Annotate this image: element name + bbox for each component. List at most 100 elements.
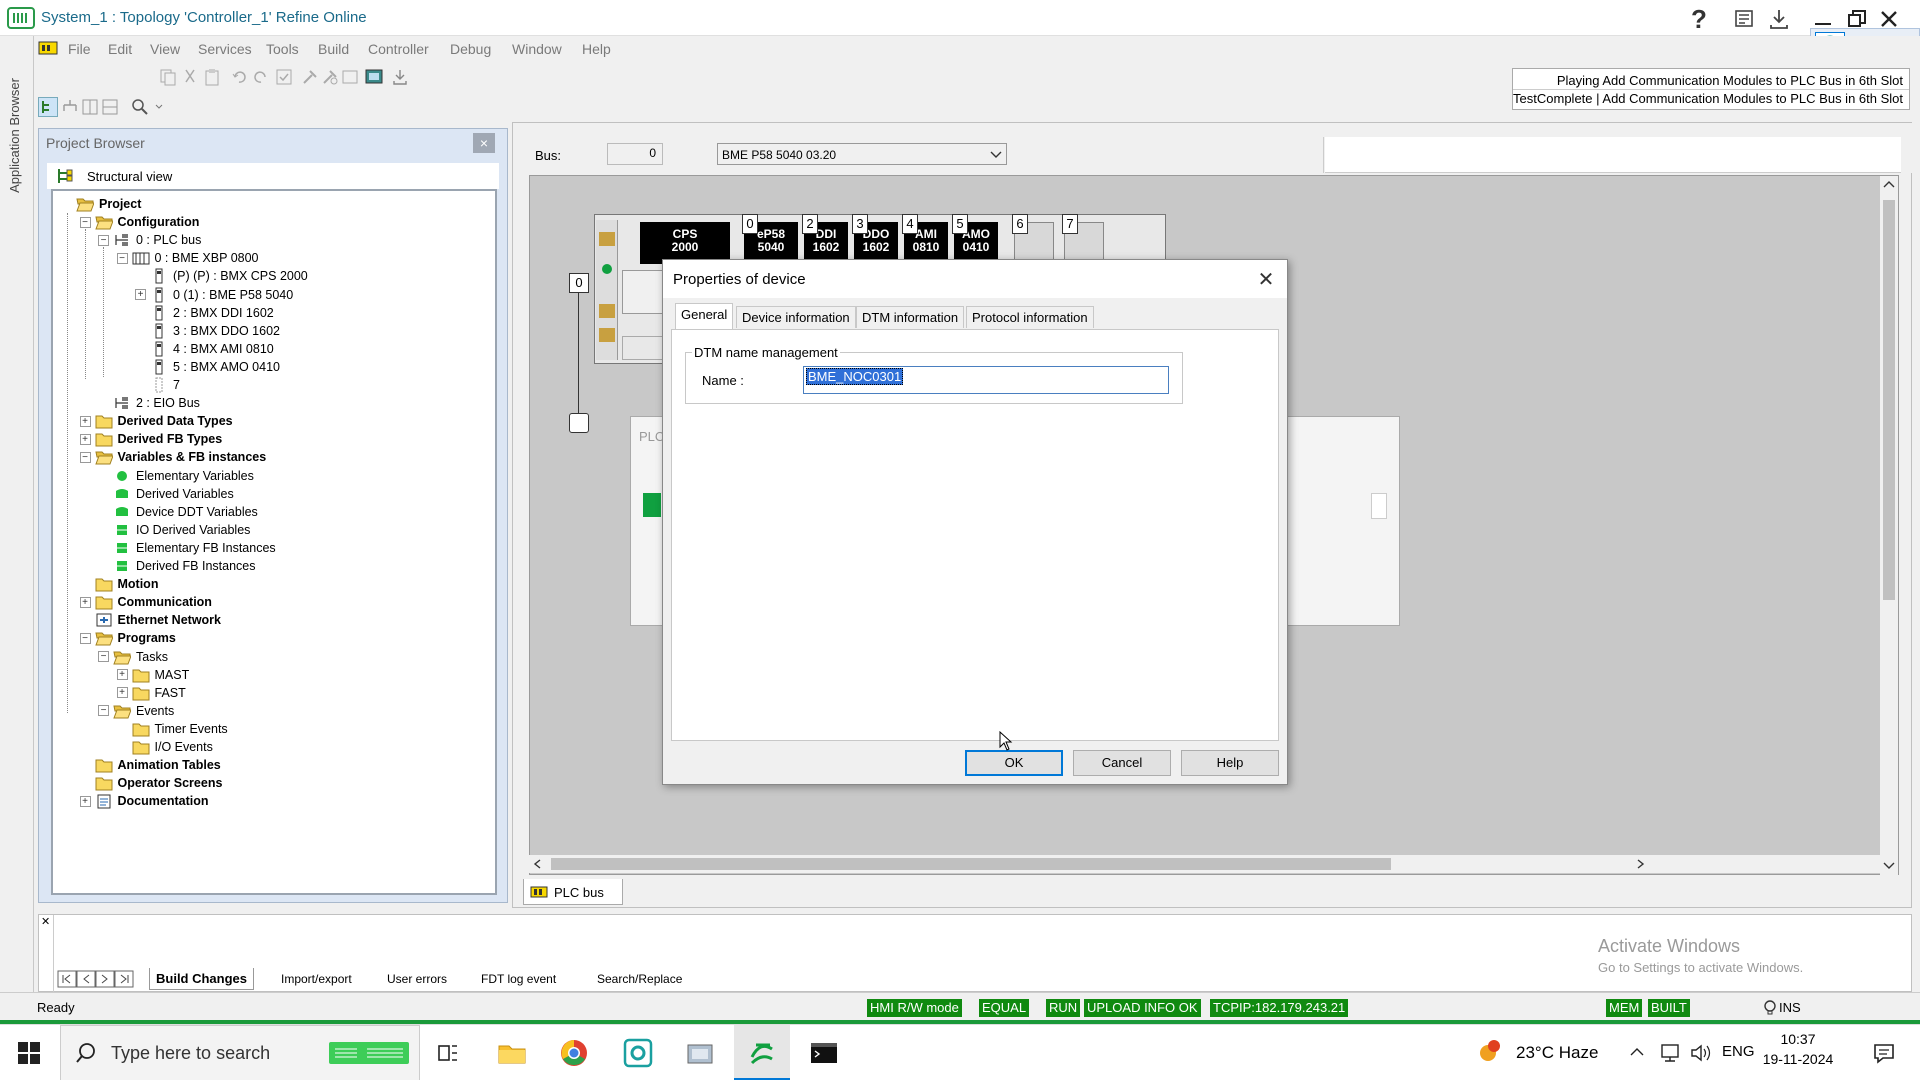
network-config-icon[interactable] bbox=[684, 1037, 716, 1069]
horizontal-view-icon[interactable] bbox=[100, 97, 120, 117]
expand-icon[interactable]: + bbox=[116, 669, 128, 681]
tree-item-i-o-events[interactable]: I/O Events bbox=[117, 738, 213, 756]
menu-services[interactable]: Services bbox=[198, 41, 252, 57]
horizontal-scrollbar[interactable] bbox=[529, 855, 1881, 873]
zoom-dropdown-icon[interactable] bbox=[130, 97, 166, 117]
horizontal-scroll-thumb[interactable] bbox=[551, 858, 1391, 870]
tree-item-motion[interactable]: Motion bbox=[80, 575, 158, 593]
tree-item-project[interactable]: Project bbox=[61, 195, 141, 213]
scroll-right-icon[interactable] bbox=[1637, 859, 1645, 869]
chevron-up-icon[interactable] bbox=[1630, 1045, 1644, 1059]
tree-item-3-bmx-ddo-1602[interactable]: 3 : BMX DDO 1602 bbox=[135, 322, 280, 340]
collapse-icon[interactable]: − bbox=[116, 252, 128, 264]
tree-item-derived-fb-instances[interactable]: Derived FB Instances bbox=[98, 557, 256, 575]
tree-item-operator-screens[interactable]: Operator Screens bbox=[80, 774, 222, 792]
tree-item-0-1-bme-p58-5040[interactable]: +0 (1) : BME P58 5040 bbox=[135, 286, 293, 304]
structural-view-icon[interactable] bbox=[38, 97, 58, 117]
tree-item-7[interactable]: 7 bbox=[135, 376, 180, 394]
terminal-icon[interactable] bbox=[808, 1037, 840, 1069]
rack-module[interactable]: CPS 2000 bbox=[640, 222, 730, 264]
scroll-left-icon[interactable] bbox=[533, 859, 541, 869]
collapse-icon[interactable]: − bbox=[79, 451, 91, 463]
tree-item-tasks[interactable]: − Tasks bbox=[98, 648, 168, 666]
tree-item-events[interactable]: − Events bbox=[98, 702, 174, 720]
tree-item-device-ddt-variables[interactable]: Device DDT Variables bbox=[98, 503, 258, 521]
notifications-icon[interactable] bbox=[1872, 1041, 1896, 1065]
project-browser-close-button[interactable]: × bbox=[473, 133, 495, 153]
tree-item-5-bmx-amo-0410[interactable]: 5 : BMX AMO 0410 bbox=[135, 358, 280, 376]
tab-device-information[interactable]: Device information bbox=[736, 306, 856, 328]
scroll-up-icon[interactable] bbox=[1883, 180, 1895, 188]
tree-item-io-derived-variables[interactable]: IO Derived Variables bbox=[98, 521, 250, 539]
tree-item-variables-fb-instances[interactable]: − Variables & FB instances bbox=[79, 448, 266, 466]
expand-icon[interactable]: + bbox=[79, 415, 91, 427]
expand-icon[interactable]: + bbox=[79, 596, 91, 608]
export-icon[interactable] bbox=[390, 67, 410, 87]
collapse-icon[interactable]: − bbox=[79, 632, 91, 644]
tree-item-derived-data-types[interactable]: + Derived Data Types bbox=[79, 412, 233, 430]
collapse-icon[interactable]: − bbox=[98, 705, 109, 717]
tree-item-4-bmx-ami-0810[interactable]: 4 : BMX AMI 0810 bbox=[135, 340, 274, 358]
menu-view[interactable]: View bbox=[150, 41, 180, 57]
taskbar-search-box[interactable]: Type here to search bbox=[60, 1025, 420, 1080]
help-icon[interactable]: ? bbox=[1686, 6, 1712, 32]
chrome-icon[interactable] bbox=[558, 1037, 590, 1069]
bus-number-field[interactable]: 0 bbox=[607, 143, 663, 165]
vertical-scrollbar[interactable] bbox=[1880, 176, 1898, 876]
notes-icon[interactable] bbox=[1732, 6, 1758, 32]
tab-dtm-information[interactable]: DTM information bbox=[856, 306, 965, 328]
expand-icon[interactable]: + bbox=[79, 795, 91, 807]
tab-search-replace[interactable]: Search/Replace bbox=[597, 968, 682, 990]
collapse-icon[interactable]: − bbox=[98, 234, 109, 246]
tree-item-timer-events[interactable]: Timer Events bbox=[117, 720, 228, 738]
expand-icon[interactable]: + bbox=[135, 289, 146, 300]
testcomplete-taskbar-icon[interactable] bbox=[622, 1037, 654, 1069]
collapse-icon[interactable]: − bbox=[79, 216, 91, 228]
tree-item-2-eio-bus[interactable]: 2 : EIO Bus bbox=[98, 394, 200, 412]
tree-item-elementary-variables[interactable]: Elementary Variables bbox=[98, 467, 254, 485]
tab-fdt-log-event[interactable]: FDT log event bbox=[481, 968, 556, 990]
tree-item-documentation[interactable]: + Documentation bbox=[79, 792, 208, 810]
tree-item-ethernet-network[interactable]: Ethernet Network bbox=[80, 611, 221, 629]
ok-button[interactable]: OK bbox=[965, 750, 1063, 776]
tree-item-derived-fb-types[interactable]: + Derived FB Types bbox=[79, 430, 222, 448]
tree-item-programs[interactable]: − Programs bbox=[79, 629, 176, 647]
tab-user-errors[interactable]: User errors bbox=[387, 968, 447, 990]
tree-item-fast[interactable]: + FAST bbox=[116, 684, 186, 702]
tree-item-p-p-bmx-cps-2000[interactable]: (P) (P) : BMX CPS 2000 bbox=[135, 267, 308, 285]
menu-debug[interactable]: Debug bbox=[450, 41, 491, 57]
tab-build-changes[interactable]: Build Changes bbox=[149, 968, 255, 990]
tab-import-export[interactable]: Import/export bbox=[281, 968, 352, 990]
cpu-select[interactable]: BME P58 5040 03.20 bbox=[717, 143, 1007, 165]
weather-icon[interactable] bbox=[1476, 1039, 1502, 1065]
tab-protocol-information[interactable]: Protocol information bbox=[966, 306, 1094, 328]
dialog-close-icon[interactable]: ✕ bbox=[1251, 266, 1281, 294]
copy-icon[interactable] bbox=[158, 67, 178, 87]
menu-build[interactable]: Build bbox=[318, 41, 349, 57]
cut-icon[interactable] bbox=[180, 67, 200, 87]
help-button[interactable]: Help bbox=[1181, 750, 1279, 776]
network-icon[interactable] bbox=[1660, 1043, 1682, 1063]
tree-item-derived-variables[interactable]: Derived Variables bbox=[98, 485, 234, 503]
tree-item-communication[interactable]: + Communication bbox=[79, 593, 212, 611]
menu-help[interactable]: Help bbox=[582, 41, 611, 57]
vertical-scroll-thumb[interactable] bbox=[1883, 200, 1895, 600]
tree-item-animation-tables[interactable]: Animation Tables bbox=[80, 756, 221, 774]
expand-icon[interactable]: + bbox=[116, 687, 128, 699]
expand-icon[interactable]: + bbox=[79, 433, 91, 445]
undo-icon[interactable] bbox=[230, 67, 250, 87]
download-icon[interactable] bbox=[1766, 6, 1792, 32]
windows-start-icon[interactable] bbox=[18, 1042, 40, 1064]
menu-edit[interactable]: Edit bbox=[108, 41, 132, 57]
output-close-icon[interactable]: ✕ bbox=[41, 917, 51, 928]
transfer-icon[interactable] bbox=[340, 67, 360, 87]
task-view-icon[interactable] bbox=[432, 1037, 464, 1069]
file-explorer-icon[interactable] bbox=[496, 1037, 528, 1069]
language-indicator[interactable]: ENG bbox=[1722, 1043, 1755, 1060]
paste-icon[interactable] bbox=[202, 67, 222, 87]
volume-icon[interactable] bbox=[1690, 1043, 1712, 1063]
menu-window[interactable]: Window bbox=[512, 41, 562, 57]
tab-general[interactable]: General bbox=[675, 303, 734, 329]
menu-controller[interactable]: Controller bbox=[368, 41, 429, 57]
tree-item-0-plc-bus[interactable]: − 0 : PLC bus bbox=[98, 231, 201, 249]
